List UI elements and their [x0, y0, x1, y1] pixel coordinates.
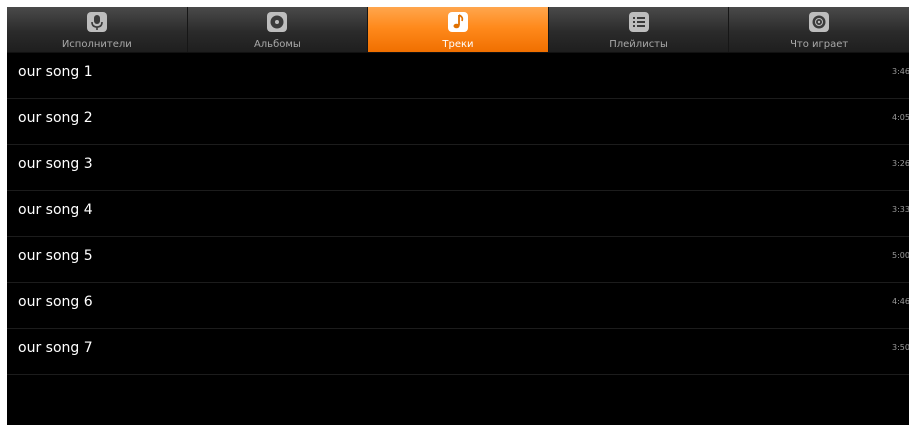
track-title: our song 1	[18, 64, 93, 80]
tab-artists[interactable]: Исполнители	[7, 7, 188, 52]
track-duration: 3:33	[892, 205, 909, 214]
tab-label: Треки	[442, 39, 474, 50]
track-title: our song 6	[18, 294, 93, 310]
tab-bar: Исполнители Альбомы Треки Плейлисты Что …	[7, 7, 909, 53]
album-disc-icon	[267, 12, 288, 32]
tab-label: Плейлисты	[609, 39, 668, 50]
tab-tracks[interactable]: Треки	[368, 7, 549, 52]
track-row[interactable]: our song 7 3:50	[7, 329, 909, 375]
track-row[interactable]: our song 3 3:26	[7, 145, 909, 191]
tab-albums[interactable]: Альбомы	[188, 7, 369, 52]
track-title: our song 3	[18, 156, 93, 172]
microphone-icon	[86, 12, 107, 32]
track-row[interactable]: our song 1 3:46	[7, 53, 909, 99]
track-row[interactable]: our song 5 5:00	[7, 237, 909, 283]
track-row[interactable]: our song 6 4:46	[7, 283, 909, 329]
track-duration: 3:26	[892, 159, 909, 168]
tab-label: Альбомы	[253, 39, 301, 50]
track-row[interactable]: our song 2 4:05	[7, 99, 909, 145]
now-playing-icon	[809, 12, 830, 32]
tab-playlists[interactable]: Плейлисты	[549, 7, 730, 52]
tab-now-playing[interactable]: Что играет	[729, 7, 909, 52]
music-app-screen: Исполнители Альбомы Треки Плейлисты Что …	[7, 7, 909, 425]
track-duration: 3:50	[892, 343, 909, 352]
track-title: our song 4	[18, 202, 93, 218]
track-list: our song 1 3:46 our song 2 4:05 our song…	[7, 53, 909, 375]
tab-label: Что играет	[790, 39, 849, 50]
track-duration: 4:46	[892, 297, 909, 306]
track-title: our song 2	[18, 110, 93, 126]
music-note-icon	[447, 12, 468, 32]
track-duration: 4:05	[892, 113, 909, 122]
track-row[interactable]: our song 4 3:33	[7, 191, 909, 237]
tab-label: Исполнители	[61, 39, 132, 50]
track-duration: 5:00	[892, 251, 909, 260]
track-duration: 3:46	[892, 67, 909, 76]
track-title: our song 5	[18, 248, 93, 264]
track-title: our song 7	[18, 340, 93, 356]
playlist-icon	[628, 12, 649, 32]
